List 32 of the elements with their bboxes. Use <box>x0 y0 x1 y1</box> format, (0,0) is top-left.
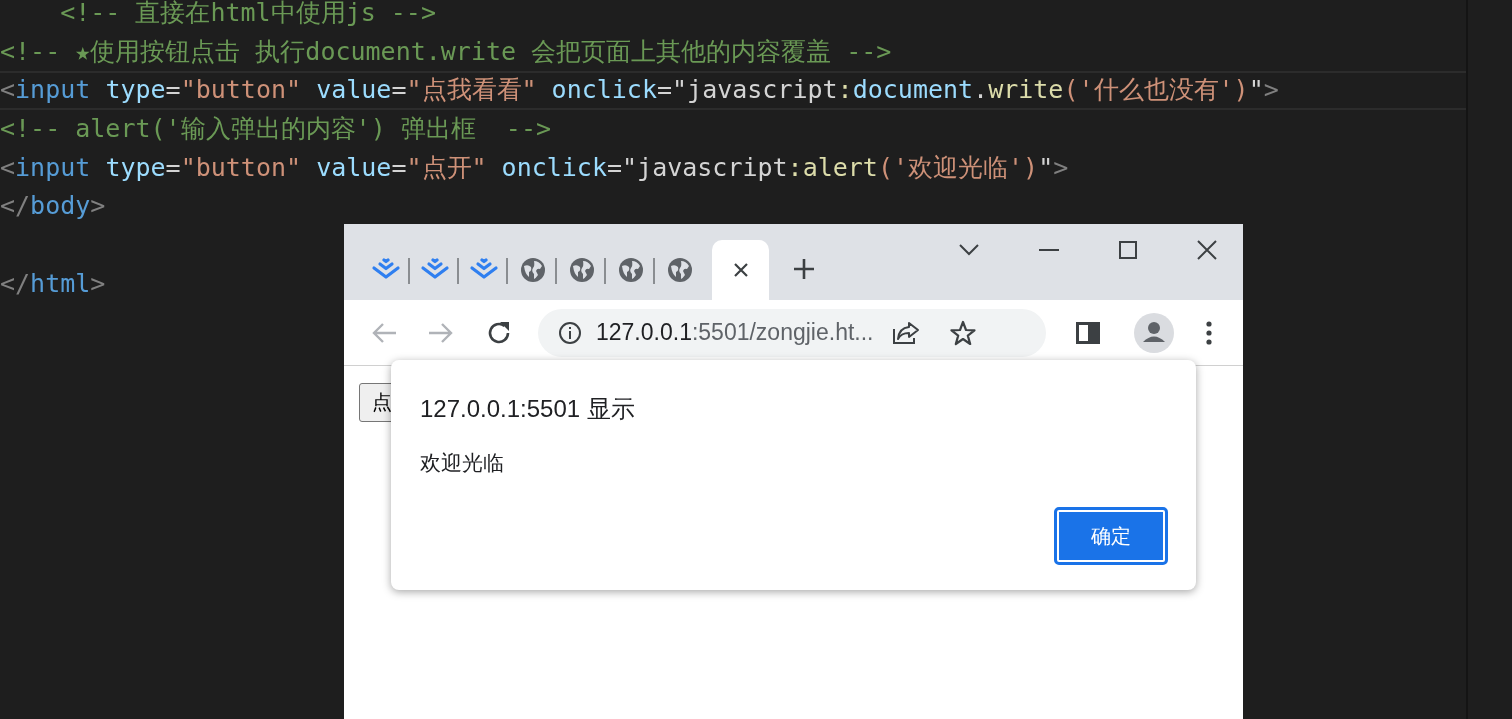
url-host: 127.0.0.1 <box>596 319 692 346</box>
code-line: </html> <box>0 267 106 300</box>
dialog-message: 欢迎光临 <box>420 450 504 476</box>
maximize-icon[interactable] <box>1119 241 1137 259</box>
code-line: <!-- 直接在html中使用js --> <box>59 0 436 29</box>
code-line: </body> <box>0 190 106 223</box>
globe-icon <box>568 257 595 283</box>
menu-icon[interactable] <box>1206 320 1212 345</box>
info-icon[interactable] <box>558 320 582 345</box>
star-icon[interactable] <box>949 319 976 346</box>
globe-icon <box>519 257 546 283</box>
code-line: <!-- alert('输入弹出的内容') 弹出框 --> <box>0 113 552 146</box>
close-icon[interactable] <box>732 262 749 278</box>
layers-icon <box>468 258 499 282</box>
avatar-icon[interactable] <box>1134 312 1174 353</box>
reload-icon[interactable] <box>486 319 512 346</box>
globe-icon <box>617 257 644 283</box>
code-line: <input type="button" value="点开" onclick="javascript:alert('欢迎光临')"> <box>0 151 1069 184</box>
close-icon[interactable] <box>1197 240 1217 260</box>
globe-icon <box>666 257 693 283</box>
side-panel-icon[interactable] <box>1076 321 1100 344</box>
share-icon[interactable] <box>891 320 920 345</box>
code-line: <!-- ★使用按钮点击 执行document.write 会把页面上其他的内容覆盖 --> <box>0 35 892 68</box>
code-line: <input type="button" value="点我看看" onclick="javascript:document.write('什么也没有')"> <box>0 71 1466 111</box>
layers-icon <box>370 258 401 282</box>
address-bar[interactable]: 127.0.0.1:5501/zongjie.ht... <box>538 308 1046 357</box>
layers-icon <box>419 258 450 282</box>
ok-button[interactable]: 确定 <box>1054 507 1168 565</box>
url-path: :5501/zongjie.ht... <box>691 319 874 346</box>
chevron-down-icon[interactable] <box>959 244 979 256</box>
dialog-title: 127.0.0.1:5501 显示 <box>420 394 635 424</box>
new-tab-icon[interactable] <box>793 258 815 280</box>
